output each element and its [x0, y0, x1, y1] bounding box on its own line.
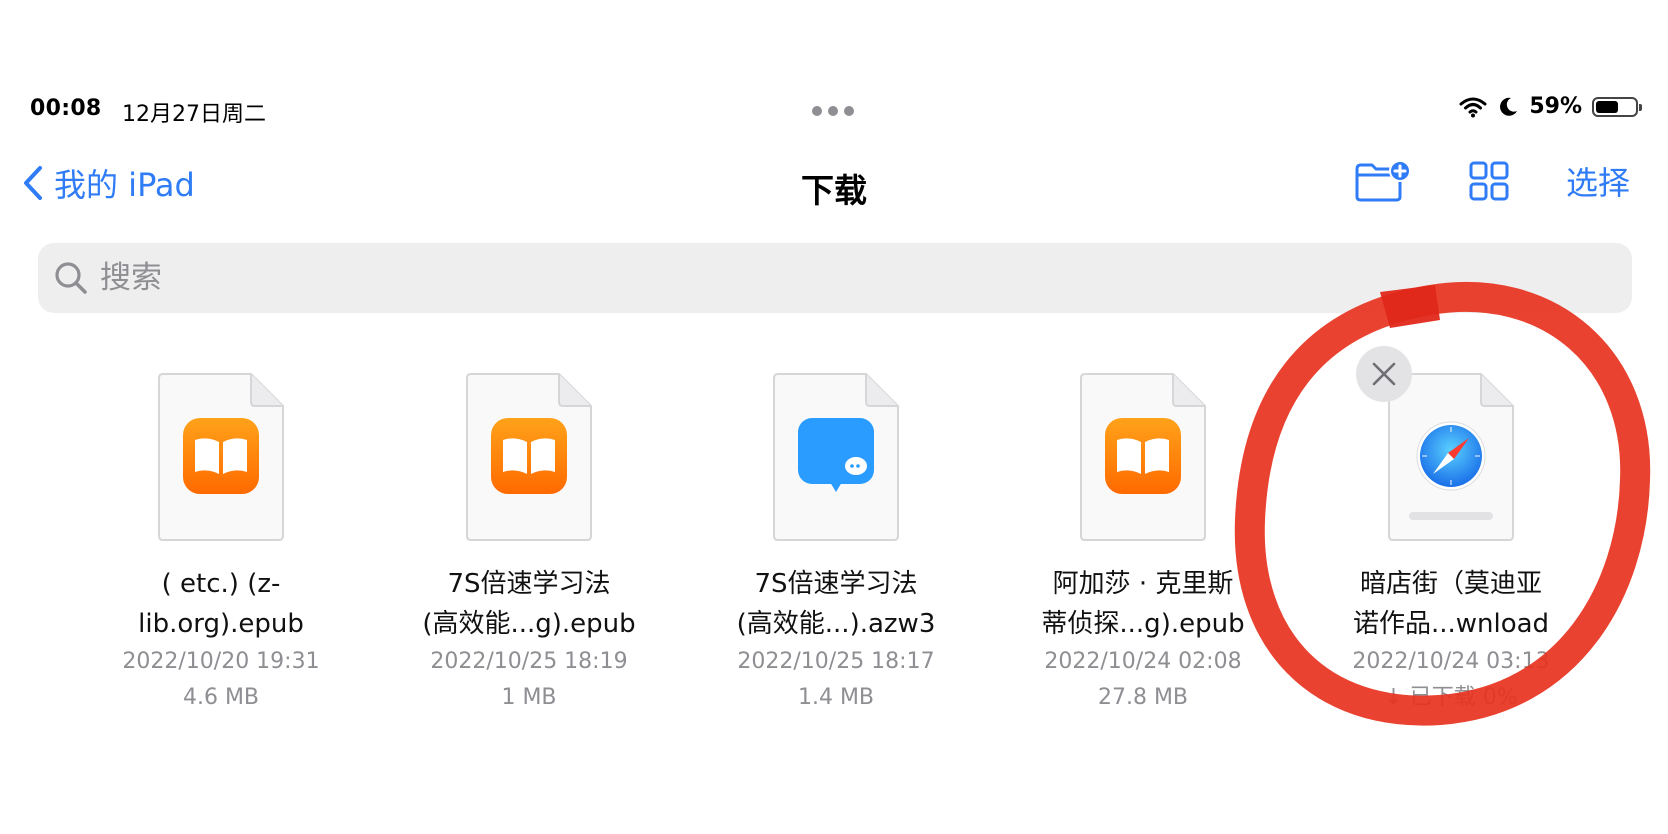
search-icon	[55, 262, 87, 294]
status-bar: 00:08 12月27日周二 59%	[0, 90, 1668, 130]
books-icon	[491, 418, 567, 494]
status-time: 00:08	[30, 96, 102, 121]
file-name-line: 诺作品...wnload	[1352, 609, 1550, 639]
file-name: ( etc.) (z- lib.org).epub	[76, 564, 366, 644]
battery-percentage: 59%	[1529, 94, 1582, 119]
file-name-line: 7S倍速学习法	[754, 569, 918, 599]
document-thumbnail	[772, 372, 900, 542]
file-date: 2022/10/25 18:17	[737, 649, 935, 674]
download-status: ↓ 已下载 0%	[1384, 685, 1518, 710]
dot-icon	[828, 106, 838, 116]
file-name-line: 阿加莎 · 克里斯	[1052, 569, 1234, 599]
close-icon	[1372, 362, 1396, 386]
file-size: 4.6 MB	[182, 685, 260, 710]
document-thumbnail	[1387, 372, 1515, 542]
cancel-download-button[interactable]	[1356, 346, 1412, 402]
safari-icon	[1416, 421, 1486, 491]
file-name-line: (高效能...g).epub	[422, 609, 636, 639]
dot-icon	[844, 106, 854, 116]
file-size: 1 MB	[501, 685, 557, 710]
file-name: 阿加莎 · 克里斯 蒂侦探...g).epub	[998, 564, 1288, 644]
status-indicators: 59%	[1459, 94, 1642, 119]
file-name-line: 7S倍速学习法	[447, 569, 611, 599]
search-input[interactable]	[98, 259, 1502, 297]
multitasking-dots[interactable]	[812, 106, 854, 116]
file-item[interactable]: 阿加莎 · 克里斯 蒂侦探...g).epub 2022/10/24 02:08…	[998, 372, 1288, 716]
file-name: 7S倍速学习法 (高效能...).azw3	[691, 564, 981, 644]
books-icon	[183, 418, 259, 494]
wifi-icon	[1459, 97, 1487, 117]
files-app-screen: 00:08 12月27日周二 59% 我的 iPad 下载 选择 搜索 (et…	[0, 0, 1668, 834]
battery-icon	[1592, 96, 1642, 117]
chat-app-icon	[798, 418, 874, 492]
file-size: 27.8 MB	[1097, 685, 1189, 710]
file-name-line: 蒂侦探...g).epub	[1041, 609, 1245, 639]
file-name-line: 暗店街（莫迪亚	[1359, 569, 1542, 599]
file-name-line: (高效能...).azw3	[736, 609, 936, 639]
books-icon	[1105, 418, 1181, 494]
file-name-line: lib.org).epub	[138, 609, 304, 639]
document-thumbnail	[157, 372, 285, 542]
download-progress-bar	[1409, 512, 1493, 520]
battery-nub	[1639, 103, 1642, 111]
dot-icon	[812, 106, 822, 116]
file-item[interactable]: 7S倍速学习法 (高效能...g).epub 2022/10/25 18:19 …	[384, 372, 674, 716]
file-item[interactable]: ( etc.) (z- lib.org).epub 2022/10/20 19:…	[76, 372, 366, 716]
search-bar[interactable]	[38, 243, 1632, 313]
document-thumbnail	[465, 372, 593, 542]
navigation-bar: 我的 iPad 下载 选择	[0, 150, 1668, 220]
file-date: 2022/10/20 19:31	[122, 649, 320, 674]
file-date: 2022/10/24 02:08	[1044, 649, 1242, 674]
file-date: 2022/10/24 03:13	[1352, 649, 1550, 674]
file-item-downloading[interactable]: 暗店街（莫迪亚 诺作品...wnload 2022/10/24 03:13 ↓ …	[1306, 372, 1596, 716]
file-name-line: ( etc.) (z-	[161, 569, 281, 599]
file-item[interactable]: 7S倍速学习法 (高效能...).azw3 2022/10/25 18:17 1…	[691, 372, 981, 716]
nav-actions: 选择	[1354, 158, 1630, 204]
select-button[interactable]: 选择	[1566, 158, 1630, 204]
status-date: 12月27日周二	[122, 102, 266, 127]
document-thumbnail	[1079, 372, 1207, 542]
new-folder-icon[interactable]	[1354, 159, 1412, 203]
moon-icon	[1500, 97, 1518, 116]
file-name: 暗店街（莫迪亚 诺作品...wnload	[1306, 564, 1596, 644]
file-name: 7S倍速学习法 (高效能...g).epub	[384, 564, 674, 644]
battery-fill	[1596, 100, 1618, 113]
file-date: 2022/10/25 18:19	[430, 649, 628, 674]
file-size: 1.4 MB	[797, 685, 875, 710]
grid-view-icon[interactable]	[1468, 160, 1510, 202]
